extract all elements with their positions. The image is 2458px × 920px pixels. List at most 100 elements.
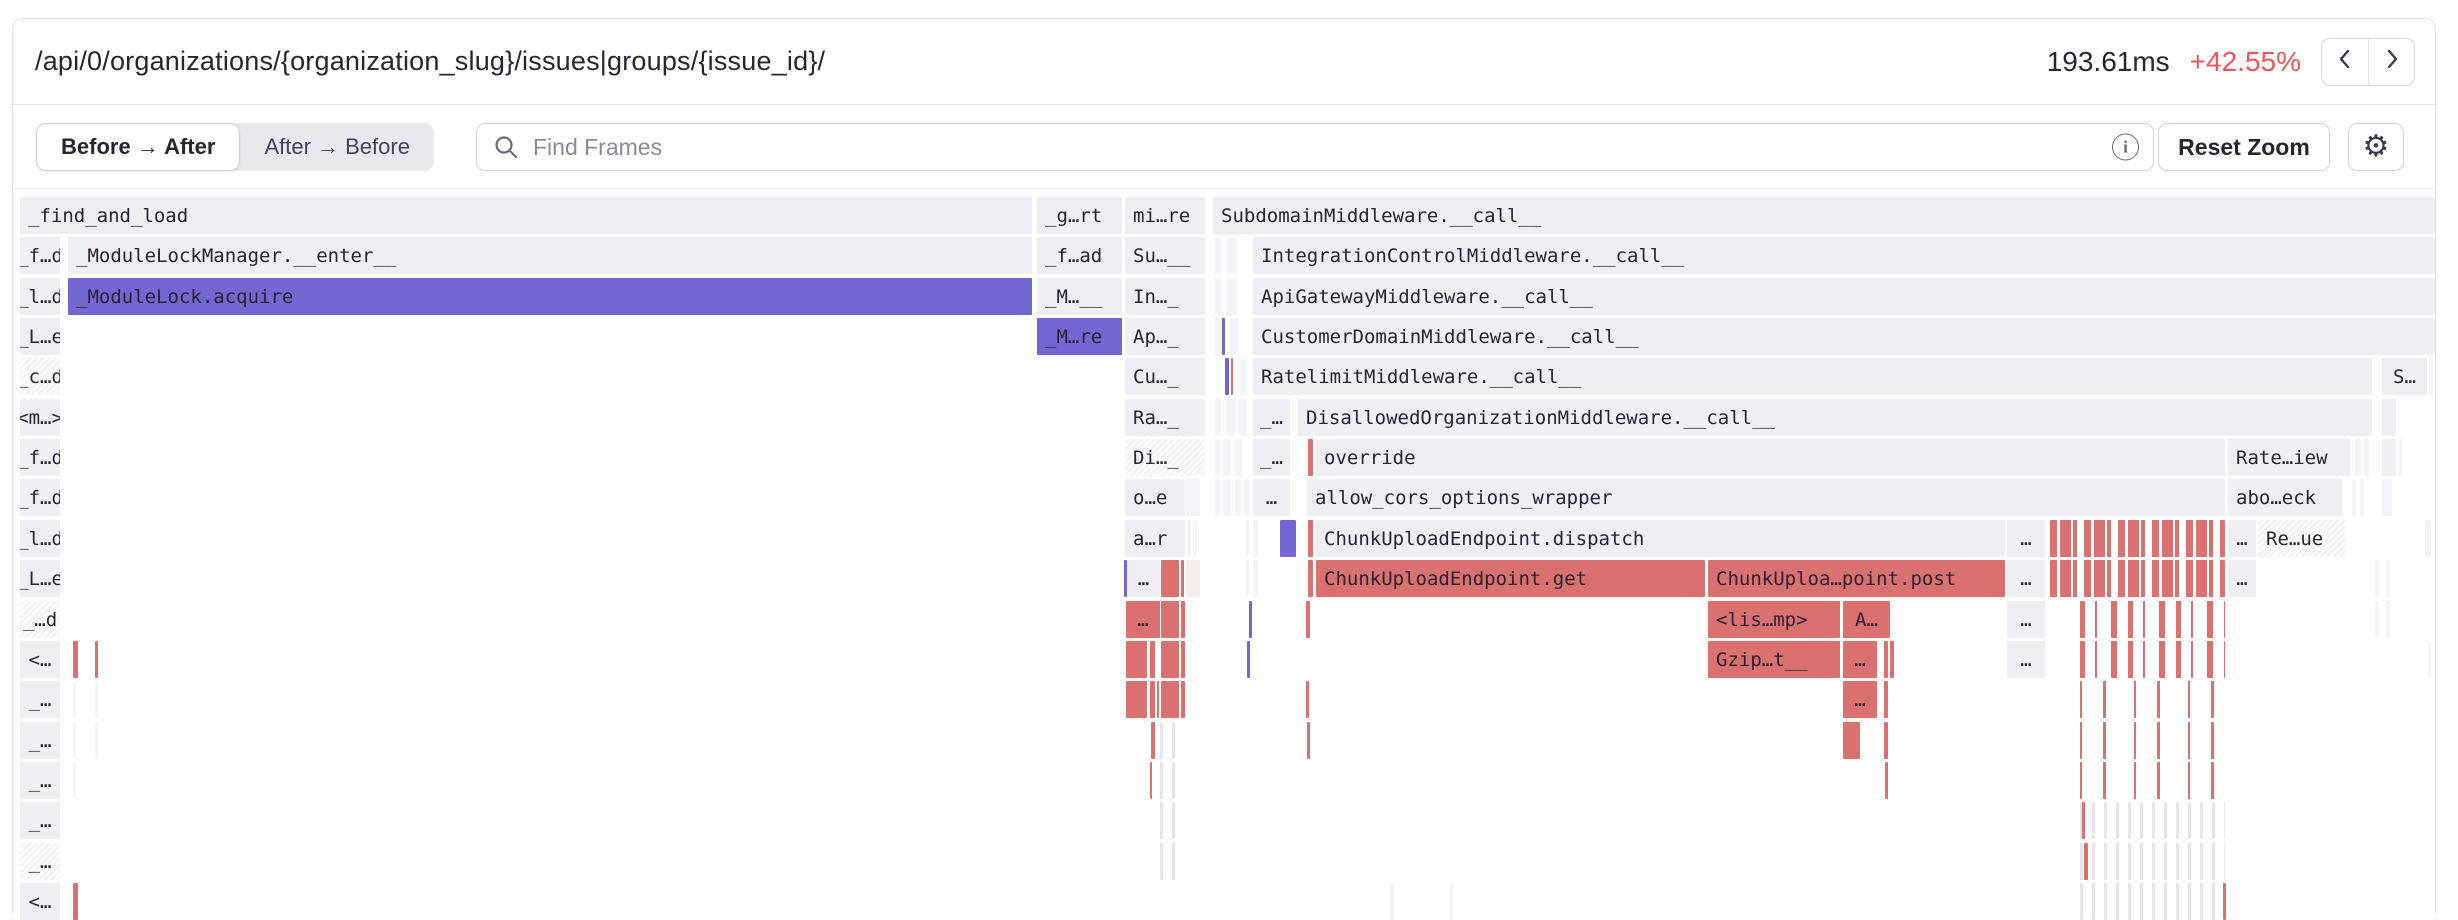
flame-frame[interactable]: A…: [1843, 601, 1890, 638]
flame-sliver[interactable]: [2360, 479, 2364, 516]
info-icon[interactable]: i: [2112, 134, 2139, 161]
flame-sliver[interactable]: [1181, 560, 1184, 597]
flame-sliver[interactable]: [1308, 439, 1313, 476]
flame-frame[interactable]: _…: [20, 681, 60, 718]
flame-frame[interactable]: _l…d: [20, 520, 60, 557]
flame-sliver[interactable]: [95, 722, 98, 759]
flame-sliver[interactable]: [1280, 520, 1296, 557]
flame-sliver[interactable]: [1231, 358, 1233, 395]
flame-frame[interactable]: abo…eck: [2228, 479, 2342, 516]
flame-frame[interactable]: <lis…mp>: [1708, 601, 1840, 638]
flame-sliver[interactable]: [2428, 641, 2431, 678]
flame-sliver[interactable]: [1249, 601, 1252, 638]
flame-frame[interactable]: …: [2007, 520, 2045, 557]
flame-sliver[interactable]: [1215, 318, 1221, 355]
flame-sliver[interactable]: [73, 722, 76, 759]
flame-sliver[interactable]: [2382, 399, 2396, 436]
flame-sliver[interactable]: [2429, 358, 2433, 395]
flame-frame[interactable]: Ra…_: [1125, 399, 1205, 436]
next-button[interactable]: [2368, 39, 2414, 85]
flame-sliver[interactable]: [2382, 439, 2396, 476]
search-input[interactable]: [531, 133, 2153, 162]
flame-sliver[interactable]: [1227, 278, 1237, 315]
flame-frame[interactable]: S…: [2382, 358, 2427, 395]
flame-frame[interactable]: _…: [20, 802, 60, 839]
flame-sliver[interactable]: [1223, 439, 1231, 476]
flame-sliver[interactable]: [1181, 601, 1185, 638]
previous-button[interactable]: [2322, 39, 2368, 85]
flame-sliver[interactable]: [1307, 722, 1310, 759]
flame-sliver[interactable]: [1126, 681, 1147, 718]
flame-sliver[interactable]: [1390, 883, 1394, 920]
flame-sliver[interactable]: [1884, 641, 1888, 678]
flame-sliver[interactable]: [2080, 802, 2225, 839]
flame-frame[interactable]: _g…rt: [1037, 197, 1122, 234]
flame-sliver[interactable]: [1306, 681, 1309, 718]
flame-frame[interactable]: ChunkUploadEndpoint.dispatch: [1316, 520, 2005, 557]
flame-frame[interactable]: …: [1253, 479, 1290, 516]
flame-sliver[interactable]: [2399, 439, 2402, 476]
flame-sliver[interactable]: [1161, 641, 1179, 678]
flame-sliver[interactable]: [2364, 439, 2369, 476]
flame-frame[interactable]: _M…re: [1037, 318, 1122, 355]
flame-sliver[interactable]: [1215, 439, 1220, 476]
flame-sliver[interactable]: [1235, 479, 1241, 516]
flame-frame[interactable]: DisallowedOrganizationMiddleware.__call_…: [1298, 399, 2372, 436]
flame-frame[interactable]: mi…re: [1125, 197, 1205, 234]
flame-sliver[interactable]: [1884, 681, 1888, 718]
flame-frame[interactable]: …: [1126, 601, 1160, 638]
flame-sliver[interactable]: [73, 641, 78, 678]
flame-sliver[interactable]: [2080, 843, 2225, 880]
flame-frame[interactable]: SubdomainMiddleware.__call__: [1213, 197, 2435, 234]
flame-sliver[interactable]: [2386, 560, 2390, 597]
flame-sliver[interactable]: [2080, 883, 2225, 920]
flame-sliver[interactable]: [2352, 479, 2356, 516]
flame-sliver[interactable]: [1239, 399, 1247, 436]
flame-frame[interactable]: Cu…_: [1125, 358, 1205, 395]
flame-sliver[interactable]: [2084, 843, 2088, 880]
flame-sliver[interactable]: [1157, 681, 1159, 718]
flame-sliver[interactable]: [95, 641, 98, 678]
flame-frame[interactable]: …: [2228, 520, 2256, 557]
flame-sliver[interactable]: [1450, 883, 1453, 920]
flame-sliver[interactable]: [73, 681, 76, 718]
flame-frame[interactable]: CustomerDomainMiddleware.__call__: [1253, 318, 2435, 355]
flame-sliver[interactable]: [1215, 237, 1221, 274]
flame-sliver[interactable]: [1247, 641, 1250, 678]
flame-sliver[interactable]: [2382, 479, 2392, 516]
segment-before-after[interactable]: Before → After: [36, 123, 240, 171]
segment-after-before[interactable]: After → Before: [240, 123, 434, 171]
flame-frame[interactable]: _M…__: [1037, 278, 1122, 315]
flame-sliver[interactable]: [1150, 681, 1155, 718]
flame-frame[interactable]: …: [2007, 560, 2045, 597]
flame-sliver[interactable]: [1150, 641, 1155, 678]
flame-sliver[interactable]: [1226, 399, 1235, 436]
settings-button[interactable]: ⚙: [2348, 123, 2404, 171]
flame-frame[interactable]: _f…ad: [1037, 237, 1122, 274]
flame-sliver[interactable]: [1160, 762, 1184, 799]
flame-sliver[interactable]: [2080, 681, 2225, 718]
flame-sliver[interactable]: [2080, 641, 2225, 678]
flame-frame[interactable]: _f…d: [20, 439, 60, 476]
flame-frame[interactable]: override: [1316, 439, 2225, 476]
flame-frame[interactable]: …: [2007, 641, 2045, 678]
flame-frame[interactable]: _L…e: [20, 560, 60, 597]
flame-sliver[interactable]: [1884, 722, 1888, 759]
flame-frame[interactable]: ApiGatewayMiddleware.__call__: [1253, 278, 2435, 315]
flame-sliver[interactable]: [2223, 883, 2226, 920]
flame-frame[interactable]: _f…d: [20, 479, 60, 516]
flame-sliver[interactable]: [1225, 358, 1229, 395]
flame-frame[interactable]: _L…e: [20, 318, 60, 355]
flame-sliver[interactable]: [1186, 560, 1200, 597]
flame-sliver[interactable]: [1215, 399, 1221, 436]
flame-sliver[interactable]: [1150, 762, 1152, 799]
flame-sliver[interactable]: [1186, 479, 1200, 516]
flame-sliver[interactable]: [1187, 520, 1191, 557]
flame-frame[interactable]: _ModuleLockManager.__enter__: [68, 237, 1032, 274]
flame-sliver[interactable]: [1253, 520, 1258, 557]
flame-sliver[interactable]: [1246, 560, 1249, 597]
flame-sliver[interactable]: [2375, 601, 2379, 638]
flame-sliver[interactable]: [1193, 520, 1197, 557]
flame-frame[interactable]: …: [2007, 601, 2045, 638]
flame-frame[interactable]: <m…>: [20, 399, 60, 436]
